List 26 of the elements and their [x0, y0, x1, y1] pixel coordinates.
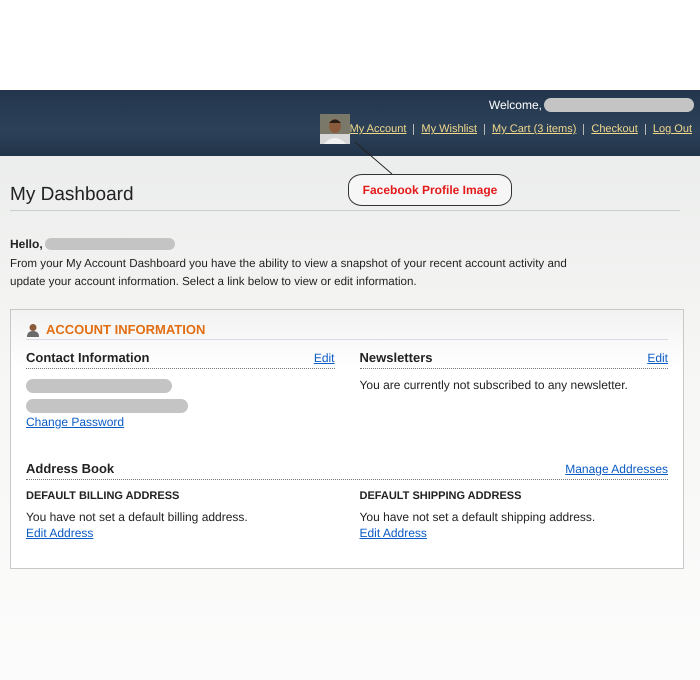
- edit-address-link[interactable]: Edit Address: [360, 526, 427, 540]
- manage-addresses-link[interactable]: Manage Addresses: [565, 462, 668, 476]
- address-heading: DEFAULT SHIPPING ADDRESS: [360, 490, 522, 502]
- welcome-text: Welcome,: [488, 98, 542, 112]
- address-text: You have not set a default shipping address.: [360, 510, 596, 524]
- header-link[interactable]: Log Out: [652, 123, 692, 135]
- change-password-link[interactable]: Change Password: [26, 415, 124, 429]
- header-link[interactable]: My Cart (3 items): [492, 123, 576, 135]
- greeting-text: Hello,: [10, 237, 43, 251]
- newsletter-status: You are currently not subscribed to any newsletter.: [360, 378, 629, 392]
- address-heading: DEFAULT BILLING ADDRESS: [26, 490, 180, 502]
- address-text: You have not set a default billing address.: [26, 510, 249, 524]
- header-link[interactable]: My Account: [350, 123, 406, 135]
- edit-link[interactable]: Edit: [647, 351, 668, 365]
- edit-link[interactable]: Edit: [314, 351, 334, 365]
- edit-address-link[interactable]: Edit Address: [26, 526, 94, 540]
- leader-line: [354, 142, 394, 174]
- section-heading: Contact Information: [26, 350, 150, 365]
- callout-label: Facebook Profile Image: [348, 174, 512, 206]
- section-title: ACCOUNT INFORMATION: [46, 322, 206, 337]
- intro-paragraph: From your My Account Dashboard you have the ability to view a snapshot of your recent account activity and update your account information. Select a link below to view or edit information.: [10, 256, 568, 290]
- header-link[interactable]: My Wishlist: [421, 123, 478, 135]
- header-link[interactable]: Checkout: [591, 123, 638, 135]
- section-heading: Address Book: [26, 461, 114, 476]
- user-icon: [26, 322, 40, 336]
- section-heading: Newsletters: [360, 350, 432, 365]
